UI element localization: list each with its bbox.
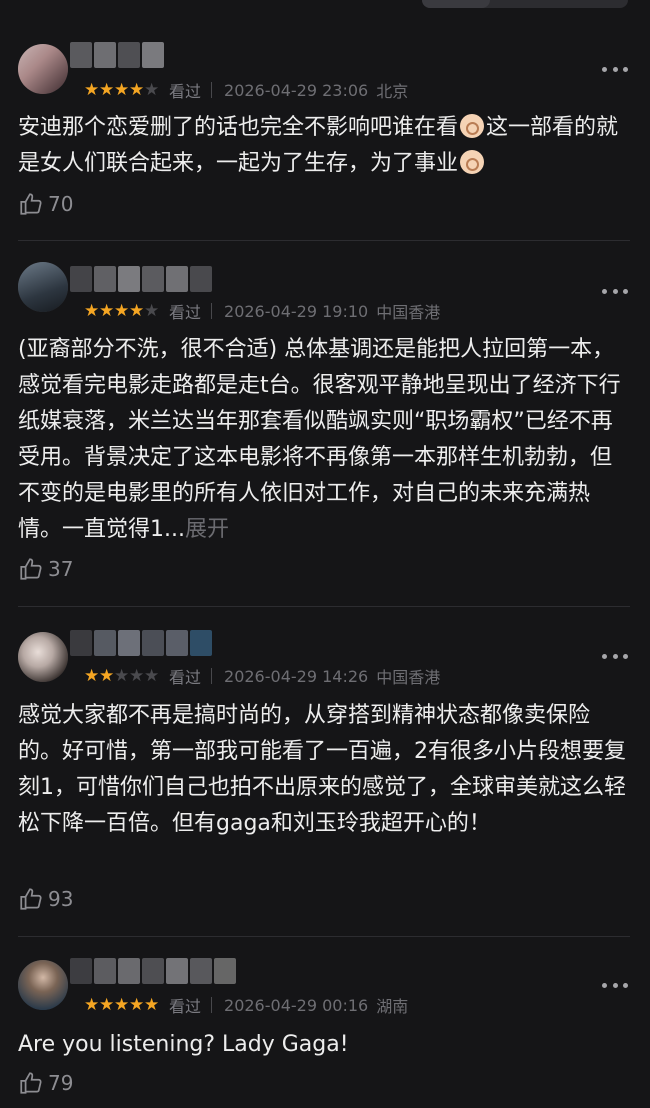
divider [211,668,213,684]
review-location: 湖南 [376,997,409,1016]
review-text[interactable]: 安迪那个恋爱删了的话也完全不影响吧谁在看 这一部看的就是女人们联合起来，一起为了生… [18,110,630,182]
star-empty-icon: ★ [144,665,160,686]
star-filled-icon: ★ [99,994,115,1015]
username-blurred[interactable] [70,958,238,988]
watched-label: 看过 [169,303,202,322]
review-text-part: 安迪那个恋爱删了的话也完全不影响吧谁在看 [18,115,459,140]
star-rating: ★ ★ ★ ★ ★ [84,79,160,100]
username-blurred[interactable] [70,266,214,296]
like-button[interactable]: 93 [18,886,73,912]
more-dots-icon[interactable] [602,62,628,76]
like-button[interactable]: 79 [18,1070,73,1096]
star-filled-icon: ★ [129,79,145,100]
star-filled-icon: ★ [84,994,100,1015]
more-dots-icon[interactable] [602,284,628,298]
review-datetime: 2026-04-29 14:26 [224,666,369,686]
expand-link[interactable]: 展开 [185,517,229,542]
divider [211,82,213,98]
star-filled-icon: ★ [84,300,100,321]
star-rating: ★ ★ ★ ★ ★ [84,994,160,1015]
review-divider [18,936,630,937]
review-text[interactable]: 感觉大家都不再是搞时尚的，从穿搭到精神状态都像卖保险的。好可惜，第一部我可能看了… [18,698,630,842]
more-dots-icon[interactable] [602,649,628,663]
review-meta: ★ ★ ★ ★ ★ 看过 2026-04-29 00:16 湖南 [84,994,409,1017]
review-text[interactable]: Are you listening? Lady Gaga! [18,1027,630,1063]
like-count: 79 [48,1071,74,1095]
avatar[interactable] [18,960,68,1010]
review-location: 北京 [376,82,409,101]
star-filled-icon: ★ [129,300,145,321]
star-filled-icon: ★ [129,994,145,1015]
star-rating: ★ ★ ★ ★ ★ [84,300,160,321]
review-divider [18,240,630,241]
star-rating: ★ ★ ★ ★ ★ [84,665,160,686]
username-blurred[interactable] [70,630,214,660]
review-divider [18,606,630,607]
star-filled-icon: ★ [84,665,100,686]
star-empty-icon: ★ [144,300,160,321]
thumbs-up-icon [20,888,42,910]
avatar[interactable] [18,632,68,682]
watched-label: 看过 [169,82,202,101]
review-datetime: 2026-04-29 00:16 [224,995,369,1015]
like-count: 93 [48,887,74,911]
review-text[interactable]: (亚裔部分不洗，很不合适) 总体基调还是能把人拉回第一本，感觉看完电影走路都是走… [18,332,630,548]
star-filled-icon: ★ [84,79,100,100]
review-location: 中国香港 [376,303,441,322]
review-meta: ★ ★ ★ ★ ★ 看过 2026-04-29 14:26 中国香港 [84,665,441,688]
review-text-part: 感觉大家都不再是搞时尚的，从穿搭到精神状态都像卖保险的。好可惜，第一部我可能看了… [18,703,626,836]
divider [211,303,213,319]
like-button[interactable]: 37 [18,556,73,582]
star-empty-icon: ★ [129,665,145,686]
top-segment-active[interactable] [422,0,490,8]
star-filled-icon: ★ [99,665,115,686]
watched-label: 看过 [169,997,202,1016]
star-filled-icon: ★ [114,994,130,1015]
review-meta: ★ ★ ★ ★ ★ 看过 2026-04-29 19:10 中国香港 [84,300,441,323]
star-empty-icon: ★ [144,79,160,100]
review-meta: ★ ★ ★ ★ ★ 看过 2026-04-29 23:06 北京 [84,79,409,102]
review-text-part: Are you listening? Lady Gaga! [18,1032,349,1057]
star-filled-icon: ★ [99,300,115,321]
star-filled-icon: ★ [114,79,130,100]
watched-label: 看过 [169,668,202,687]
review-datetime: 2026-04-29 23:06 [224,80,369,100]
avatar[interactable] [18,262,68,312]
star-filled-icon: ★ [144,994,160,1015]
avatar[interactable] [18,44,68,94]
review-text-part: (亚裔部分不洗，很不合适) 总体基调还是能把人拉回第一本，感觉看完电影走路都是走… [18,337,621,542]
review-datetime: 2026-04-29 19:10 [224,301,369,321]
like-count: 70 [48,192,74,216]
like-button[interactable]: 70 [18,191,73,217]
star-filled-icon: ★ [99,79,115,100]
ok-hand-emoji-icon [460,150,485,174]
top-segment-control[interactable] [422,0,628,8]
star-empty-icon: ★ [114,665,130,686]
thumbs-up-icon [20,1072,42,1094]
star-filled-icon: ★ [114,300,130,321]
thumbs-up-icon [20,558,42,580]
thumbs-up-icon [20,193,42,215]
username-blurred[interactable] [70,42,166,72]
like-count: 37 [48,557,74,581]
more-dots-icon[interactable] [602,978,628,992]
review-location: 中国香港 [376,668,441,687]
divider [211,997,213,1013]
ok-hand-emoji-icon [460,114,485,138]
